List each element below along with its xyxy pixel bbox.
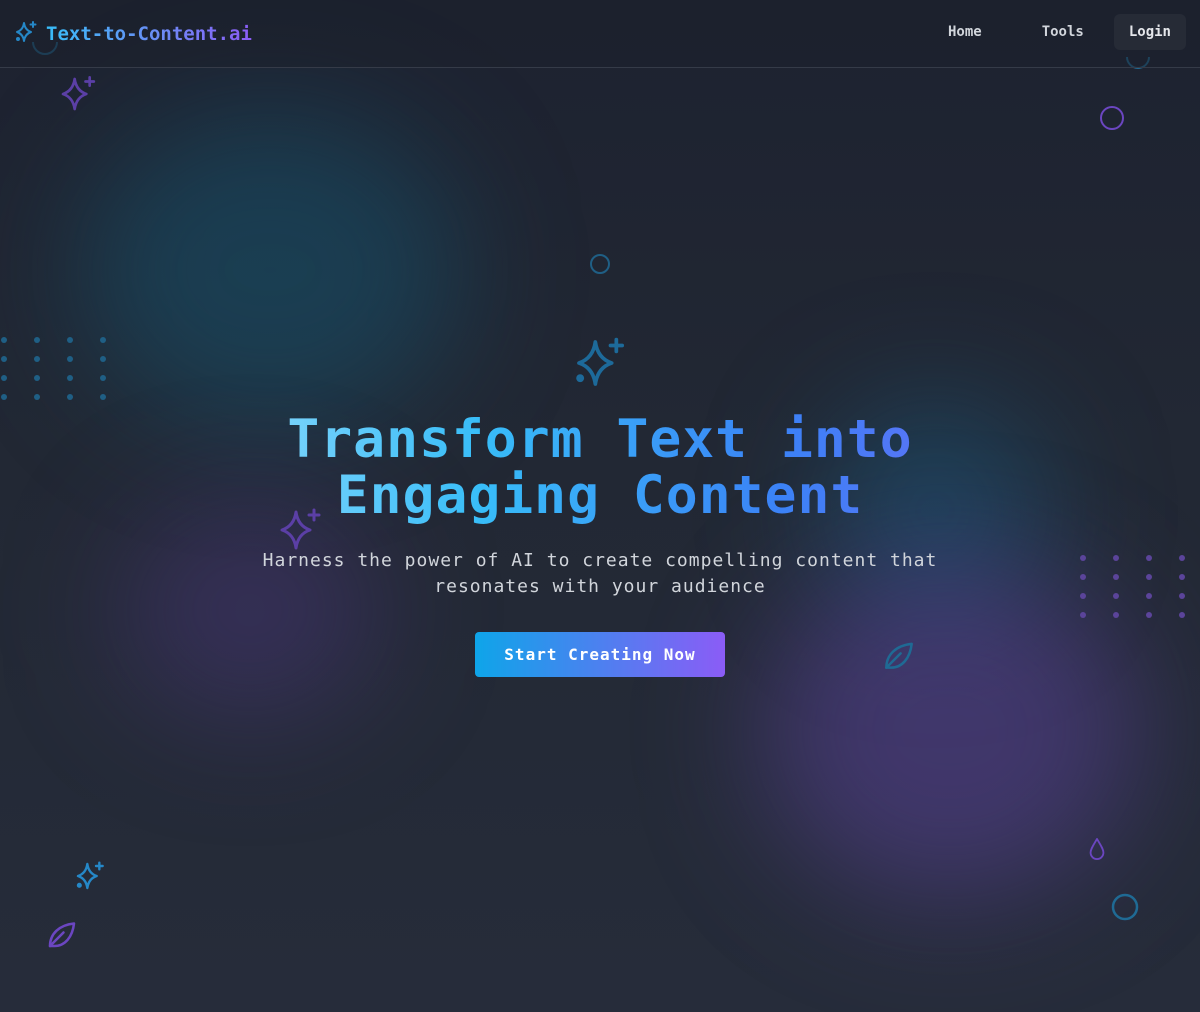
hero-title: Transform Text into Engaging Content: [0, 412, 1200, 524]
sparkles-icon: [61, 76, 96, 111]
hero-subtitle: Harness the power of AI to create compel…: [262, 550, 938, 597]
circle-icon: [1100, 106, 1124, 130]
login-button[interactable]: Login: [1113, 14, 1186, 50]
hero-title-line-2: Engaging Content: [336, 465, 864, 526]
nav-links: Home Tools Login: [933, 14, 1186, 50]
sparkles-icon: [14, 20, 38, 48]
logo-text: Text-to-Content.ai: [46, 23, 252, 45]
sparkles-icon: [0, 335, 1200, 395]
circle-icon: [1111, 893, 1139, 921]
nav-tools-link[interactable]: Tools: [1027, 14, 1099, 50]
start-creating-button[interactable]: Start Creating Now: [475, 632, 725, 677]
logo[interactable]: Text-to-Content.ai: [14, 20, 252, 48]
hero-section: Transform Text into Engaging Content Har…: [0, 335, 1200, 677]
circle-icon: [590, 254, 610, 274]
sparkles-icon: [76, 861, 104, 890]
droplet-icon: [1089, 838, 1105, 860]
nav-home-link[interactable]: Home: [933, 14, 997, 50]
leaf-icon: [48, 922, 76, 948]
navbar: Text-to-Content.ai Home Tools Login: [0, 0, 1200, 68]
hero-title-line-1: Transform Text into: [287, 409, 913, 470]
